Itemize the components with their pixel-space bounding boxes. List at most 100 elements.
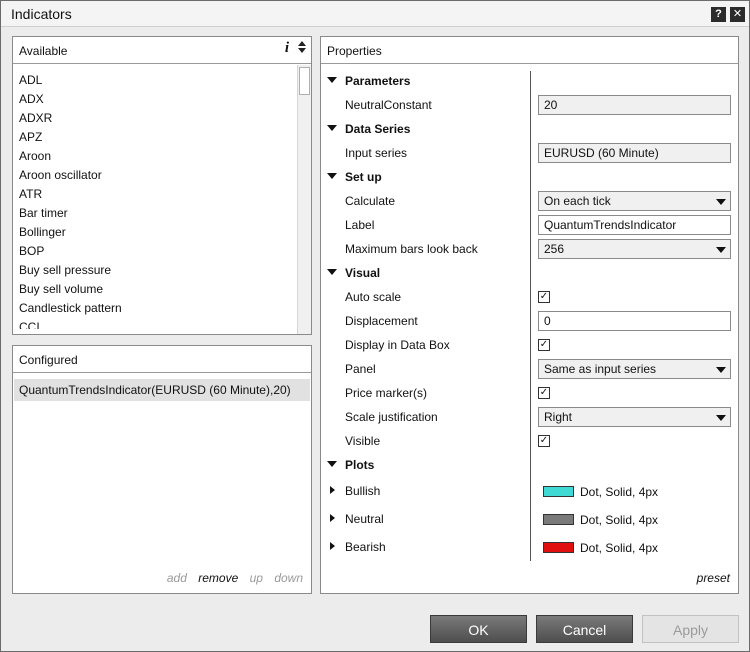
select-value: 256 (544, 242, 565, 256)
window-title: Indicators (11, 6, 72, 22)
expand-triangle-icon[interactable] (330, 486, 335, 494)
properties-title: Properties (327, 44, 382, 58)
arrow-up-icon[interactable] (298, 41, 306, 46)
select-value: Same as input series (544, 362, 657, 376)
plot-color-swatch[interactable] (543, 514, 574, 525)
property-label: Input series (345, 146, 408, 160)
indicators-dialog: Indicators ? ✕ Available i ADL ADX ADXR … (0, 0, 750, 652)
list-item[interactable]: ADL (19, 71, 299, 90)
list-item[interactable]: APZ (19, 128, 299, 147)
info-icon[interactable]: i (285, 40, 289, 57)
property-label: Displacement (345, 314, 418, 328)
down-link[interactable]: down (274, 571, 303, 585)
close-button[interactable]: ✕ (730, 7, 745, 22)
plot-color-swatch[interactable] (543, 542, 574, 553)
ok-button[interactable]: OK (430, 615, 527, 643)
collapse-triangle-icon[interactable] (327, 77, 337, 83)
available-header: Available i (13, 37, 311, 64)
list-item[interactable]: Buy sell pressure (19, 261, 299, 280)
expand-triangle-icon[interactable] (330, 514, 335, 522)
category-label: Data Series (345, 122, 411, 136)
row-price-marker: Price marker(s) ✓ (321, 381, 737, 405)
calculate-select[interactable]: On each tick (538, 191, 731, 211)
collapse-triangle-icon[interactable] (327, 125, 337, 131)
property-label: Calculate (345, 194, 396, 208)
row-data-box: Display in Data Box ✓ (321, 333, 737, 357)
category-setup[interactable]: Set up (321, 165, 737, 189)
label-input[interactable]: QuantumTrendsIndicator (538, 215, 731, 235)
scrollbar-thumb[interactable] (299, 67, 310, 95)
chevron-down-icon[interactable] (716, 247, 726, 253)
property-label: Display in Data Box (345, 338, 450, 352)
add-link[interactable]: add (167, 571, 187, 585)
plot-row-bearish[interactable]: Bearish Dot, Solid, 4px (321, 535, 737, 561)
category-data-series[interactable]: Data Series (321, 117, 737, 141)
auto-scale-checkbox[interactable]: ✓ (538, 291, 550, 303)
displacement-input[interactable]: 0 (538, 311, 731, 331)
expand-triangle-icon[interactable] (330, 542, 335, 550)
price-marker-checkbox[interactable]: ✓ (538, 387, 550, 399)
chevron-down-icon[interactable] (716, 415, 726, 421)
apply-button[interactable]: Apply (642, 615, 739, 643)
list-item[interactable]: Buy sell volume (19, 280, 299, 299)
cancel-button[interactable]: Cancel (536, 615, 633, 643)
visible-checkbox[interactable]: ✓ (538, 435, 550, 447)
collapse-triangle-icon[interactable] (327, 269, 337, 275)
row-scale-justification: Scale justification Right (321, 405, 737, 429)
available-list: ADL ADX ADXR APZ Aroon Aroon oscillator … (19, 71, 299, 329)
category-label: Visual (345, 266, 381, 280)
chevron-down-icon[interactable] (716, 367, 726, 373)
remove-link[interactable]: remove (198, 571, 238, 585)
list-item[interactable]: CCI (19, 318, 299, 329)
property-label: Visible (345, 434, 381, 448)
list-item[interactable]: BOP (19, 242, 299, 261)
available-panel: Available i ADL ADX ADXR APZ Aroon Aroon… (12, 36, 312, 335)
configured-panel: Configured QuantumTrendsIndicator(EURUSD… (12, 345, 312, 594)
row-panel: Panel Same as input series (321, 357, 737, 381)
list-item[interactable]: ADX (19, 90, 299, 109)
list-item[interactable]: Candlestick pattern (19, 299, 299, 318)
plot-row-neutral[interactable]: Neutral Dot, Solid, 4px (321, 507, 737, 533)
category-label: Parameters (345, 74, 411, 88)
category-visual[interactable]: Visual (321, 261, 737, 285)
select-value: On each tick (544, 194, 611, 208)
sort-arrows[interactable] (295, 39, 309, 61)
plot-color-swatch[interactable] (543, 486, 574, 497)
arrow-down-icon[interactable] (298, 48, 306, 53)
property-label: Label (345, 218, 375, 232)
input-series-field[interactable]: EURUSD (60 Minute) (538, 143, 731, 163)
category-label: Set up (345, 170, 382, 184)
plot-description: Dot, Solid, 4px (580, 485, 659, 499)
chevron-down-icon[interactable] (716, 199, 726, 205)
configured-header: Configured (13, 346, 311, 373)
list-item[interactable]: Bollinger (19, 223, 299, 242)
neutral-constant-input[interactable]: 20 (538, 95, 731, 115)
plot-name: Neutral (345, 512, 384, 526)
collapse-triangle-icon[interactable] (327, 461, 337, 467)
available-scrollbar[interactable] (297, 65, 311, 334)
configured-item[interactable]: QuantumTrendsIndicator(EURUSD (60 Minute… (14, 379, 310, 401)
category-plots[interactable]: Plots (321, 453, 737, 477)
properties-header: Properties (321, 37, 738, 64)
list-item[interactable]: Aroon oscillator (19, 166, 299, 185)
collapse-triangle-icon[interactable] (327, 173, 337, 179)
property-label: Price marker(s) (345, 386, 428, 400)
max-bars-select[interactable]: 256 (538, 239, 731, 259)
panel-select[interactable]: Same as input series (538, 359, 731, 379)
property-label: NeutralConstant (345, 98, 432, 112)
list-item[interactable]: ADXR (19, 109, 299, 128)
properties-panel: Properties Parameters NeutralConstant 20… (320, 36, 739, 594)
list-item[interactable]: Bar timer (19, 204, 299, 223)
list-item[interactable]: Aroon (19, 147, 299, 166)
plot-name: Bearish (345, 540, 386, 554)
scale-justification-select[interactable]: Right (538, 407, 731, 427)
plot-row-bullish[interactable]: Bullish Dot, Solid, 4px (321, 479, 737, 505)
category-parameters[interactable]: Parameters (321, 69, 737, 93)
row-max-bars: Maximum bars look back 256 (321, 237, 737, 261)
help-button[interactable]: ? (711, 7, 726, 22)
up-link[interactable]: up (250, 571, 263, 585)
row-input-series: Input series EURUSD (60 Minute) (321, 141, 737, 165)
list-item[interactable]: ATR (19, 185, 299, 204)
preset-link[interactable]: preset (697, 571, 730, 585)
data-box-checkbox[interactable]: ✓ (538, 339, 550, 351)
